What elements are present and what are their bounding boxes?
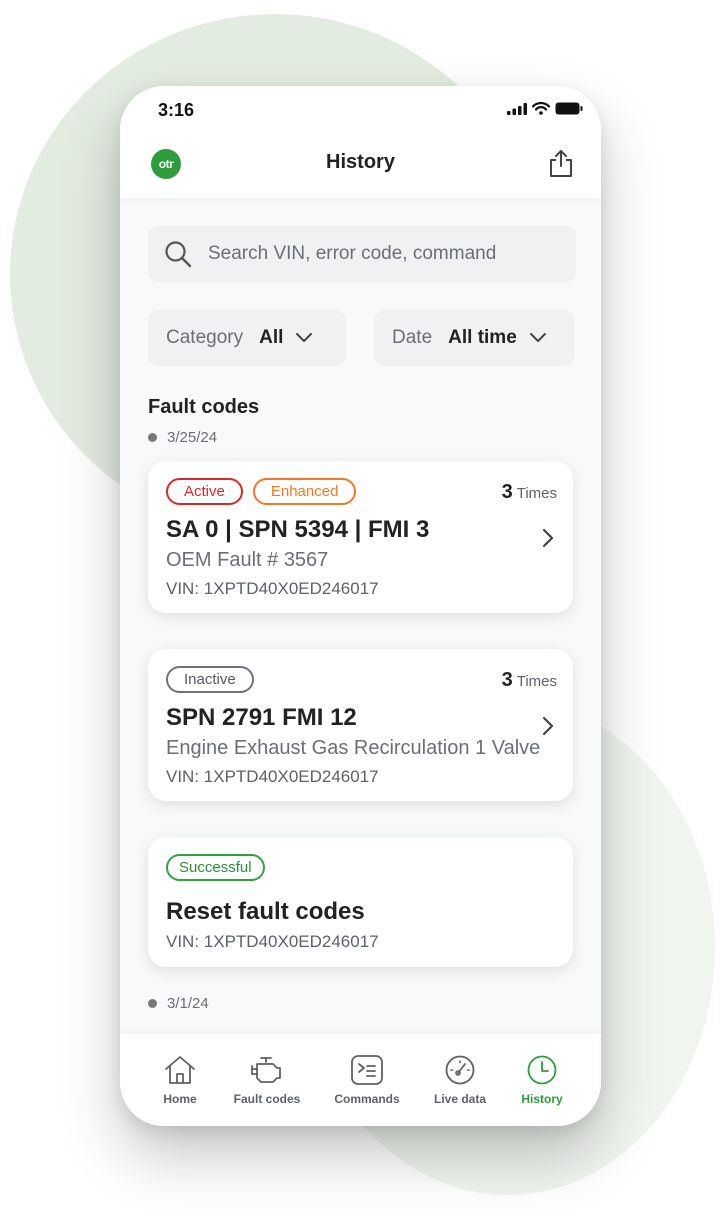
card-subtitle: OEM Fault # 3567 [166, 549, 329, 571]
phone-frame: 3:16 otr History Search VIN, error code,… [120, 86, 601, 1126]
nav-label: Fault codes [233, 1092, 301, 1106]
bottom-navigation: Home Fault codes Commands Live data Hist… [120, 1034, 601, 1126]
times-label: Times [516, 485, 557, 502]
status-badge-enhanced: Enhanced [252, 478, 357, 505]
nav-label: Home [163, 1092, 197, 1106]
card-badges: Inactive [166, 666, 254, 693]
card-title: Reset fault codes [166, 898, 365, 925]
times-count: 3 [501, 481, 513, 503]
nav-label: Commands [334, 1092, 400, 1106]
occurrence-count: 3 Times [502, 481, 557, 504]
section-title: Fault codes [148, 396, 260, 418]
signal-icon [507, 102, 527, 115]
category-filter-label: Category [166, 327, 244, 348]
nav-item-history[interactable]: History [518, 1034, 566, 1126]
group-date: 3/25/24 [167, 429, 218, 446]
top-bar: 3:16 otr History [120, 86, 601, 198]
search-bar[interactable] [148, 226, 576, 282]
date-group-header: 3/1/24 [148, 995, 209, 1012]
nav-label: History [521, 1092, 563, 1106]
group-date: 3/1/24 [167, 995, 209, 1012]
nav-item-commands[interactable]: Commands [330, 1034, 404, 1126]
card-vin: VIN: 1XPTD40X0ED246017 [166, 767, 379, 786]
status-badge-successful: Successful [166, 854, 265, 881]
status-time: 3:16 [158, 100, 195, 120]
chevron-down-icon [529, 333, 546, 342]
card-title: SPN 2791 FMI 12 [166, 704, 357, 731]
date-filter-value: All time [448, 327, 517, 348]
card-badges: Successful [166, 854, 265, 881]
page-title: History [326, 151, 395, 173]
status-badge-inactive: Inactive [166, 666, 254, 693]
date-filter-label: Date [392, 327, 433, 348]
card-vin: VIN: 1XPTD40X0ED246017 [166, 579, 379, 598]
nav-item-live-data[interactable]: Live data [431, 1034, 489, 1126]
status-badge-active: Active [166, 478, 243, 505]
gauge-icon [445, 1055, 475, 1085]
chevron-down-icon [296, 333, 313, 342]
terminal-icon [351, 1055, 383, 1085]
timeline-dot [148, 999, 157, 1008]
occurrence-count: 3 Times [502, 669, 557, 692]
card-subtitle: Engine Exhaust Gas Recirculation 1 Valve [166, 737, 541, 759]
nav-item-home[interactable]: Home [162, 1034, 198, 1126]
search-input[interactable] [208, 226, 558, 282]
clock-icon [527, 1055, 557, 1085]
command-card[interactable]: Successful Reset fault codes VIN: 1XPTD4… [148, 837, 573, 967]
timeline-dot [148, 433, 157, 442]
nav-label: Live data [433, 1092, 487, 1106]
card-title: SA 0 | SPN 5394 | FMI 3 [166, 516, 430, 543]
nav-item-fault-codes[interactable]: Fault codes [227, 1034, 307, 1126]
chevron-right-icon [542, 528, 554, 548]
category-filter[interactable]: Category All [148, 310, 346, 366]
wifi-icon [532, 102, 550, 115]
search-icon [165, 241, 192, 268]
times-count: 3 [501, 669, 513, 691]
date-filter[interactable]: Date All time [374, 310, 574, 366]
battery-icon [555, 102, 583, 115]
fault-card[interactable]: Inactive 3 Times SPN 2791 FMI 12 Engine E… [148, 649, 573, 801]
date-group-header: 3/25/24 [148, 429, 217, 446]
times-label: Times [516, 673, 557, 690]
status-icons [507, 102, 583, 115]
engine-icon [251, 1057, 281, 1083]
share-icon[interactable] [547, 148, 575, 178]
card-vin: VIN: 1XPTD40X0ED246017 [166, 932, 379, 951]
chevron-right-icon [542, 716, 554, 736]
fault-card[interactable]: Active Enhanced 3 Times SA 0 | SPN 5394 |… [148, 461, 573, 613]
category-filter-value: All [259, 327, 284, 348]
card-badges: Active Enhanced [166, 478, 357, 505]
home-icon [165, 1056, 195, 1084]
